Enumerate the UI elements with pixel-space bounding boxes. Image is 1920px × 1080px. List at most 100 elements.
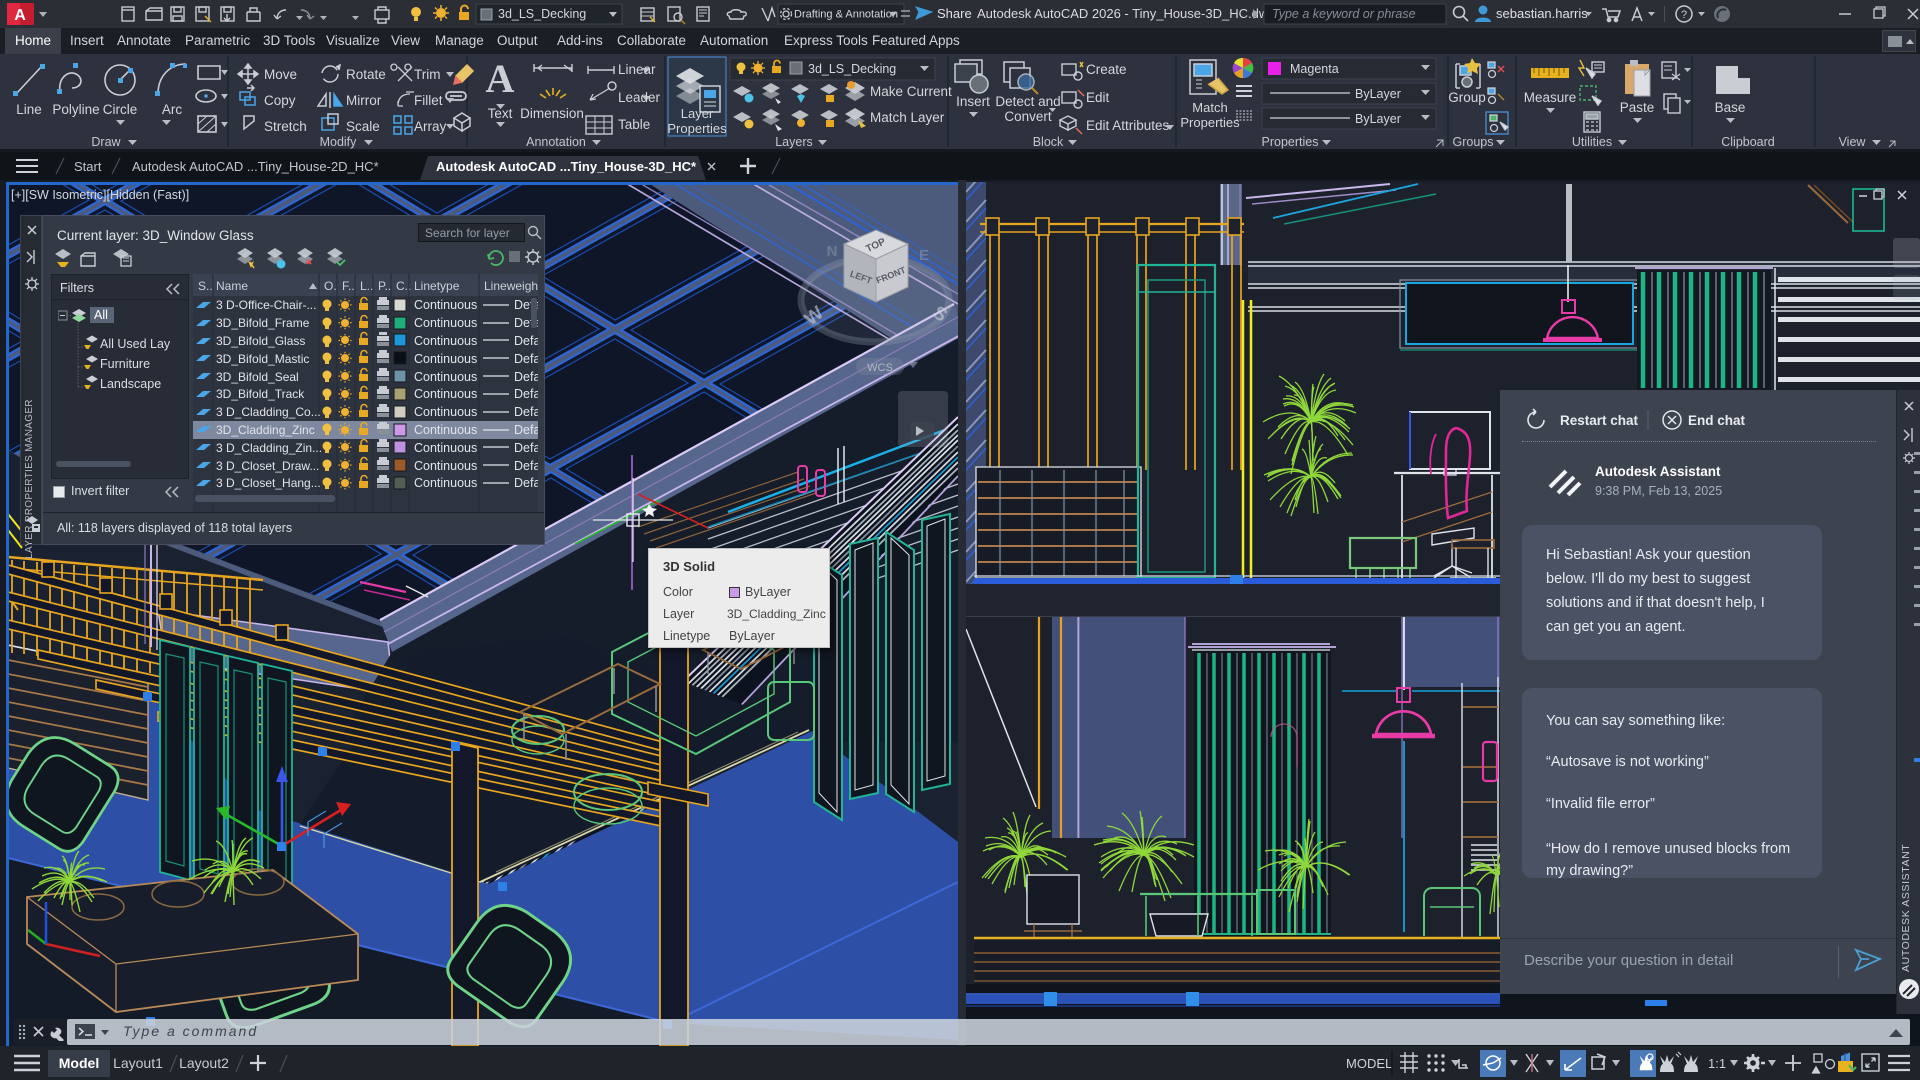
svg-text:O.: O. <box>324 279 337 293</box>
svg-text:3D_Bifold_Frame: 3D_Bifold_Frame <box>216 316 310 330</box>
svg-text:3d_LS_Decking: 3d_LS_Decking <box>498 7 586 21</box>
svg-text:Match: Match <box>1192 100 1227 115</box>
svg-text:Line: Line <box>16 102 42 117</box>
svg-text:N: N <box>827 243 838 260</box>
svg-text:3D_Bifold_Track: 3D_Bifold_Track <box>216 387 305 401</box>
svg-text:Rotate: Rotate <box>346 67 386 82</box>
svg-text:Model: Model <box>59 1055 99 1071</box>
svg-text:3D_Cladding_Zinc: 3D_Cladding_Zinc <box>216 423 315 437</box>
svg-text:3 D_Closet_Hang...: 3 D_Closet_Hang... <box>216 476 321 490</box>
svg-text:Defa.: Defa. <box>514 352 538 366</box>
svg-text:Magenta: Magenta <box>1290 62 1339 76</box>
svg-text:3 D_Cladding_Co...: 3 D_Cladding_Co... <box>216 405 321 419</box>
svg-text:Continuous: Continuous <box>414 298 477 312</box>
svg-text:Leader: Leader <box>618 90 661 105</box>
svg-text:Drafting & Annotation: Drafting & Annotation <box>794 9 898 21</box>
svg-text:Groups: Groups <box>1453 135 1494 149</box>
svg-text:Restart chat: Restart chat <box>1560 413 1639 428</box>
svg-text:Table: Table <box>618 117 650 132</box>
svg-text:View: View <box>1839 135 1867 149</box>
svg-text:Lineweigh: Lineweigh <box>484 279 538 293</box>
svg-text:Stretch: Stretch <box>264 119 307 134</box>
svg-text:P..: P.. <box>378 279 391 293</box>
svg-text:Modify: Modify <box>320 135 358 149</box>
svg-text:Type a keyword or phrase: Type a keyword or phrase <box>1272 7 1416 21</box>
svg-text:Paste: Paste <box>1620 100 1655 115</box>
svg-text:Circle: Circle <box>103 102 138 117</box>
svg-text:Properties: Properties <box>1262 135 1319 149</box>
svg-text:Linear: Linear <box>618 62 656 77</box>
svg-text:Layer: Layer <box>681 106 714 121</box>
svg-text:Edit Attributes: Edit Attributes <box>1086 118 1170 133</box>
svg-text:Polyline: Polyline <box>52 102 99 117</box>
svg-text:F..: F.. <box>342 279 355 293</box>
svg-text:Convert: Convert <box>1004 109 1052 124</box>
svg-text:Measure: Measure <box>1524 90 1577 105</box>
svg-text:A: A <box>486 56 515 101</box>
svg-text:Defa.: Defa. <box>514 476 538 490</box>
svg-text:A: A <box>14 7 26 24</box>
svg-text:Defa.: Defa. <box>514 423 538 437</box>
svg-text:Defa.: Defa. <box>514 441 538 455</box>
svg-text:Name: Name <box>216 279 248 293</box>
svg-text:Continuous: Continuous <box>414 352 477 366</box>
svg-text:Layout2: Layout2 <box>179 1055 229 1071</box>
svg-text:Continuous: Continuous <box>414 387 477 401</box>
svg-text:3D_Bifold_Seal: 3D_Bifold_Seal <box>216 370 299 384</box>
svg-text:Utilities: Utilities <box>1572 135 1612 149</box>
svg-text:3D_Bifold_Glass: 3D_Bifold_Glass <box>216 334 305 348</box>
svg-text:?: ? <box>1681 9 1687 21</box>
svg-text:Draw: Draw <box>91 135 121 149</box>
svg-text:Properties: Properties <box>667 121 727 136</box>
svg-text:Defa.: Defa. <box>514 370 538 384</box>
svg-text:sebastian.harris: sebastian.harris <box>1496 6 1588 21</box>
svg-text:Fillet: Fillet <box>414 93 443 108</box>
svg-text:Annotation: Annotation <box>526 135 586 149</box>
svg-text:Clipboard: Clipboard <box>1721 135 1775 149</box>
svg-text:Share: Share <box>937 6 972 21</box>
svg-text:S..: S.. <box>198 279 213 293</box>
svg-text:Layers: Layers <box>775 135 813 149</box>
svg-text:Group: Group <box>1448 90 1486 105</box>
svg-text:Defa.: Defa. <box>514 459 538 473</box>
svg-text:Scale: Scale <box>346 119 380 134</box>
svg-text:Continuous: Continuous <box>414 316 477 330</box>
svg-text:Autodesk AutoCAD 2026 - Tiny_H: Autodesk AutoCAD 2026 - Tiny_House-3D_HC… <box>977 6 1275 21</box>
svg-text:Trim: Trim <box>414 67 441 82</box>
svg-text:L..: L.. <box>360 279 373 293</box>
svg-text:Make Current: Make Current <box>870 84 952 99</box>
svg-text:Continuous: Continuous <box>414 476 477 490</box>
svg-text:ByLayer: ByLayer <box>1355 112 1401 126</box>
svg-text:Dimension: Dimension <box>520 106 584 121</box>
svg-text:Continuous: Continuous <box>414 334 477 348</box>
svg-text:1:1: 1:1 <box>1708 1056 1726 1071</box>
svg-text:Continuous: Continuous <box>414 459 477 473</box>
svg-text:End chat: End chat <box>1688 413 1746 428</box>
svg-text:Move: Move <box>264 67 297 82</box>
svg-text:Autodesk AutoCAD ...Tiny_House: Autodesk AutoCAD ...Tiny_House-3D_HC* <box>436 159 697 174</box>
svg-text:Edit: Edit <box>1086 90 1110 105</box>
svg-text:Mirror: Mirror <box>346 93 382 108</box>
svg-text:Base: Base <box>1715 100 1746 115</box>
svg-text:Defa.: Defa. <box>514 405 538 419</box>
svg-text:MODEL: MODEL <box>1346 1056 1392 1071</box>
svg-text:Landscape: Landscape <box>100 377 161 391</box>
svg-text:Autodesk AutoCAD ...Tiny_House: Autodesk AutoCAD ...Tiny_House-2D_HC* <box>132 159 379 174</box>
svg-text:3 D_Cladding_Zin...: 3 D_Cladding_Zin... <box>216 441 322 455</box>
svg-text:Defa.: Defa. <box>514 387 538 401</box>
svg-text:Linetype: Linetype <box>414 279 460 293</box>
svg-text:Copy: Copy <box>264 93 296 108</box>
svg-text:All Used Lay: All Used Lay <box>100 337 171 351</box>
svg-text:Continuous: Continuous <box>414 441 477 455</box>
svg-text:E: E <box>919 247 929 264</box>
svg-text:All: All <box>94 308 108 322</box>
svg-text:Insert: Insert <box>956 94 990 109</box>
svg-text:Continuous: Continuous <box>414 370 477 384</box>
svg-text:3 D_Closet_Draw...: 3 D_Closet_Draw... <box>216 459 319 473</box>
svg-text:Arc: Arc <box>162 102 183 117</box>
svg-text:ByLayer: ByLayer <box>1355 87 1401 101</box>
svg-text:Layout1: Layout1 <box>113 1055 163 1071</box>
svg-text:Array: Array <box>414 119 447 134</box>
svg-text:Furniture: Furniture <box>100 357 150 371</box>
svg-text:Detect and: Detect and <box>995 94 1060 109</box>
